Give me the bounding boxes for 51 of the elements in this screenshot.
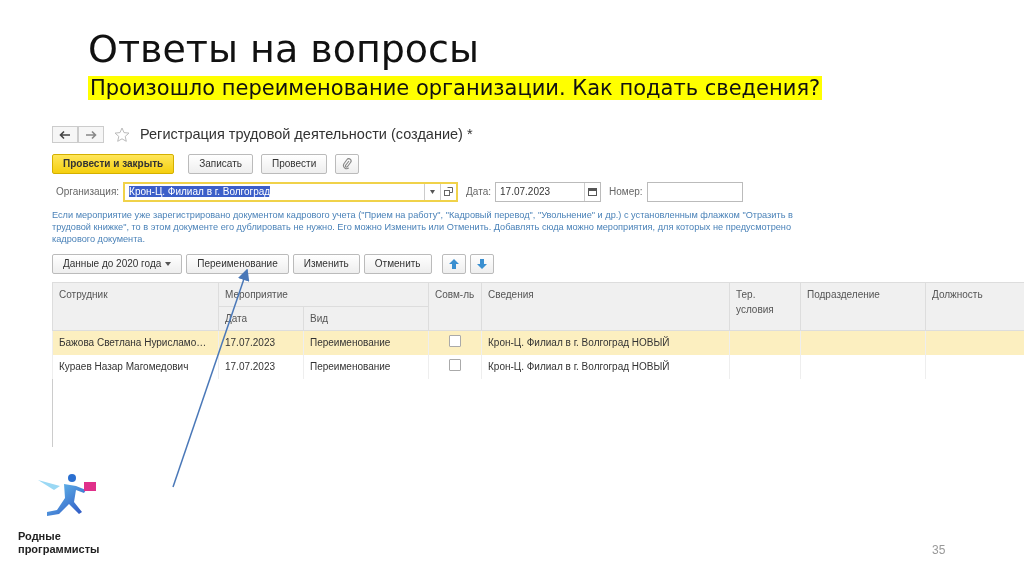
button[interactable]: Отменить — [363, 253, 432, 274]
dropdown-button[interactable]: Данные до 2020 года — [52, 253, 183, 274]
move-up-button[interactable] — [441, 253, 466, 274]
arrow-down-icon — [476, 258, 487, 269]
button[interactable]: Провести и закрыть — [52, 153, 175, 174]
number-field[interactable] — [646, 181, 743, 202]
column-header[interactable]: Сведения — [481, 282, 730, 331]
paperclip-icon — [342, 158, 353, 171]
checkbox[interactable] — [449, 358, 461, 371]
column-header[interactable]: Должность — [925, 282, 1024, 331]
table-cell: Крон-Ц. Филиал в г. Волгоград НОВЫЙ — [488, 337, 670, 349]
window-title: Регистрация трудовой деятельности (создание) * — [140, 125, 473, 144]
column-header[interactable]: Сотрудник — [52, 282, 219, 331]
calendar-icon[interactable] — [584, 182, 600, 201]
table-cell: Переименование — [310, 361, 391, 373]
table-cell: Бажова Светлана Нурисламо… — [59, 337, 207, 349]
move-down-button[interactable] — [469, 253, 494, 274]
arrow-left-icon — [59, 129, 71, 140]
table-row[interactable]: Кураев Назар Магомедович 17.07.2023 Переименование Крон-Ц. Филиал в г. Волгоград НОВЫЙ — [52, 354, 1024, 379]
column-header[interactable]: Тер. условия — [729, 282, 801, 331]
table-cell: Крон-Ц. Филиал в г. Волгоград НОВЫЙ — [488, 361, 670, 373]
slide-subtitle: Произошло переименование организации. Как подать сведения? — [88, 76, 823, 101]
checkbox[interactable] — [449, 334, 461, 347]
button[interactable]: Провести — [261, 153, 328, 174]
caret-icon — [165, 261, 172, 266]
logo-text: программисты — [18, 543, 101, 557]
page-number: 35 — [932, 543, 946, 558]
star-icon[interactable] — [114, 126, 130, 143]
field-label: Дата: — [466, 185, 491, 200]
back-button[interactable] — [52, 126, 78, 144]
slide-title: Ответы на вопросы — [88, 30, 480, 68]
table-cell: Кураев Назар Магомедович — [59, 361, 189, 373]
button[interactable]: Переименование — [186, 253, 289, 274]
column-header[interactable]: Совм-ль — [428, 282, 482, 331]
column-header[interactable]: Вид — [303, 306, 429, 331]
field-label: Организация: — [56, 185, 120, 200]
table-cell: Переименование — [310, 337, 391, 349]
table-cell: 17.07.2023 — [225, 361, 276, 373]
logo-text: Родные — [18, 530, 62, 544]
organization-field[interactable]: Крон-Ц. Филиал в г. Волгоград — [123, 181, 459, 202]
date-field[interactable]: 17.07.2023 — [495, 181, 601, 202]
arrow-up-icon — [448, 258, 459, 269]
arrow-right-icon — [85, 129, 97, 140]
attach-button[interactable] — [335, 153, 360, 174]
field-label: Номер: — [609, 185, 643, 200]
button[interactable]: Записать — [188, 153, 253, 174]
column-header[interactable]: Подразделение — [800, 282, 926, 331]
hint-text: Если мероприятие уже зарегистрировано документом кадрового учета ("Прием на работу", "Кадровый перевод", "Увольнение" и др.) с установленным флажком "Отразить в трудовой книжке", то в этом документе его дублировать не нужно. Его можно Изменить или Отменить. Добавлять сюда можно мероприятия, для которых не предусмотрено кадрового документа. — [52, 209, 794, 246]
button[interactable]: Изменить — [292, 253, 360, 274]
table-row[interactable]: Бажова Светлана Нурисламо… 17.07.2023 Переименование Крон-Ц. Филиал в г. Волгоград НОВЫЙ — [52, 330, 1024, 355]
table-cell: 17.07.2023 — [225, 337, 276, 349]
